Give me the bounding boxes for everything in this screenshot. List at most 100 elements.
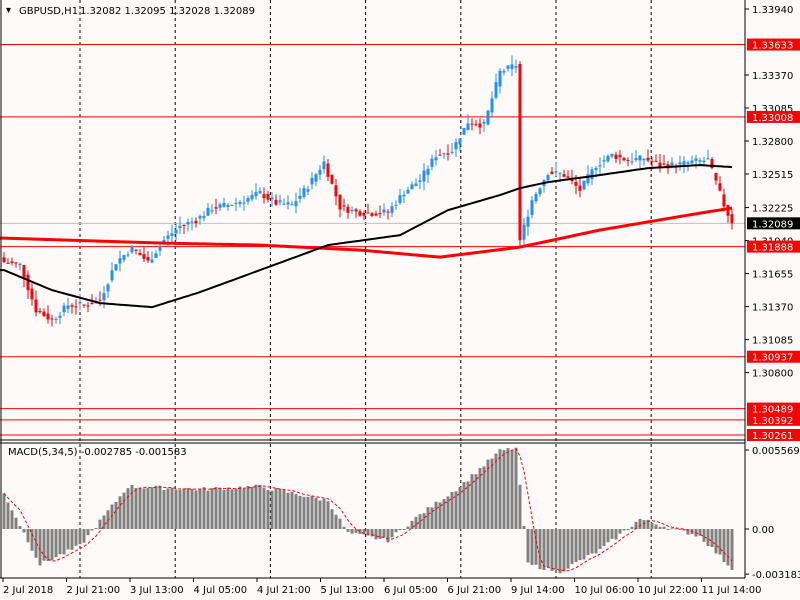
bull-candle — [686, 162, 690, 164]
bull-candle — [322, 161, 326, 170]
price-tick-label: 1.32515 — [752, 170, 793, 181]
bear-candle — [354, 209, 358, 212]
macd-histogram-bar — [722, 529, 726, 563]
bull-candle — [242, 202, 246, 204]
bear-candle — [330, 175, 334, 184]
price-tick-label: 1.33370 — [752, 71, 793, 82]
macd-histogram-bar — [522, 526, 526, 529]
macd-histogram-bar — [354, 529, 358, 533]
bull-candle — [390, 206, 394, 213]
macd-histogram-bar — [618, 529, 622, 534]
level-price-tag-label: 1.30261 — [752, 431, 793, 442]
macd-histogram-bar — [214, 487, 218, 529]
bear-candle — [614, 154, 618, 159]
bear-candle — [578, 185, 582, 191]
macd-histogram-bar — [530, 529, 534, 566]
bear-candle — [262, 194, 266, 199]
macd-histogram-bar — [78, 529, 82, 545]
macd-histogram-bar — [398, 529, 402, 531]
bull-candle — [522, 224, 526, 240]
bear-candle — [366, 212, 370, 214]
bull-candle — [526, 216, 530, 227]
macd-histogram-bar — [242, 488, 246, 529]
ohlc-readout: 1.32082 1.32095 1.32028 1.32089 — [80, 6, 255, 17]
time-tick-label: 5 Jul 13:00 — [321, 585, 375, 596]
macd-histogram-bar — [202, 487, 206, 529]
macd-histogram-bar — [342, 526, 346, 529]
macd-histogram-bar — [554, 529, 558, 570]
bull-candle — [594, 167, 598, 170]
bear-candle — [194, 220, 198, 224]
macd-histogram-bar — [570, 529, 574, 565]
macd-histogram-bar — [82, 529, 86, 543]
macd-histogram-bar — [490, 458, 494, 529]
macd-histogram-bar — [198, 488, 202, 529]
macd-histogram-bar — [586, 529, 590, 556]
bull-candle — [422, 170, 426, 182]
bull-candle — [602, 160, 606, 162]
macd-histogram-bar — [22, 529, 26, 533]
bull-candle — [298, 195, 302, 199]
macd-tick-label: -0.003183 — [752, 570, 800, 581]
bull-candle — [426, 168, 430, 175]
bear-candle — [370, 213, 374, 216]
bull-candle — [466, 123, 470, 131]
bull-candle — [78, 302, 82, 304]
bear-candle — [22, 265, 26, 279]
bull-candle — [590, 169, 594, 180]
macd-histogram-bar — [466, 481, 470, 529]
bull-candle — [306, 189, 310, 192]
bull-candle — [406, 189, 410, 194]
bear-candle — [146, 257, 150, 261]
macd-histogram-bar — [226, 487, 230, 529]
macd-histogram-bar — [246, 486, 250, 529]
bull-candle — [210, 210, 214, 212]
bear-candle — [618, 154, 622, 158]
bull-candle — [530, 200, 534, 215]
bull-candle — [554, 171, 558, 173]
price-tick-label: 1.32225 — [752, 204, 793, 215]
macd-histogram-bar — [486, 459, 490, 529]
bull-candle — [414, 183, 418, 187]
bull-candle — [458, 138, 462, 145]
collapse-triangle-icon[interactable]: ▾ — [6, 5, 11, 16]
macd-histogram-bar — [274, 487, 278, 529]
bear-candle — [550, 171, 554, 174]
bull-candle — [398, 195, 402, 204]
macd-histogram-bar — [626, 529, 630, 530]
macd-histogram-bar — [654, 524, 658, 529]
macd-histogram-bar — [138, 487, 142, 529]
bull-candle — [534, 194, 538, 202]
bull-candle — [246, 198, 250, 202]
bear-candle — [726, 205, 730, 216]
bear-candle — [46, 313, 50, 320]
bear-candle — [654, 160, 658, 162]
bull-candle — [198, 215, 202, 219]
bull-candle — [682, 160, 686, 166]
macd-histogram-bar — [730, 529, 734, 570]
macd-histogram-bar — [562, 529, 566, 572]
bull-candle — [694, 158, 698, 161]
macd-histogram-bar — [706, 529, 710, 547]
macd-histogram-bar — [482, 466, 486, 529]
bear-candle — [566, 176, 570, 178]
bull-candle — [610, 153, 614, 157]
bull-candle — [258, 191, 262, 194]
macd-histogram-bar — [286, 492, 290, 529]
bear-candle — [38, 310, 42, 313]
bear-candle — [358, 211, 362, 216]
bear-candle — [50, 318, 54, 320]
macd-histogram-bar — [658, 526, 662, 529]
macd-histogram-bar — [702, 529, 706, 542]
chart-canvas[interactable]: 1.339401.333701.330851.328001.325151.322… — [0, 0, 800, 600]
macd-histogram-bar — [710, 529, 714, 547]
price-tick-label: 1.31655 — [752, 270, 793, 281]
macd-histogram-bar — [170, 487, 174, 529]
macd-histogram-bar — [414, 516, 418, 529]
macd-histogram-bar — [74, 529, 78, 546]
bull-candle — [190, 221, 194, 223]
bear-candle — [6, 262, 10, 264]
bull-candle — [454, 142, 458, 150]
macd-histogram-bar — [302, 496, 306, 529]
macd-histogram-bar — [14, 517, 18, 529]
